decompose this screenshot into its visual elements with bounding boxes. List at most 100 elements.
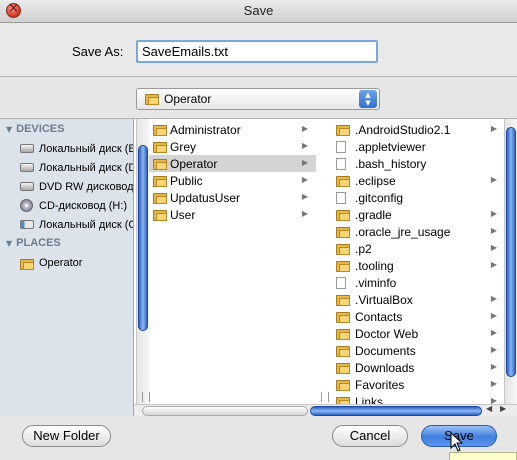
folder-icon xyxy=(336,243,350,258)
folder-row[interactable]: .gradle ▶ xyxy=(319,206,505,223)
cd-icon xyxy=(20,199,33,212)
file-icon xyxy=(336,158,346,173)
folder-icon xyxy=(153,141,167,156)
folder-row[interactable]: Documents ▶ xyxy=(319,342,505,359)
file-row[interactable]: .bash_history xyxy=(319,155,505,172)
file-row[interactable]: .gitconfig xyxy=(319,189,505,206)
folder-icon xyxy=(336,311,350,326)
save-as-input[interactable] xyxy=(136,40,378,63)
folder-icon xyxy=(336,260,350,275)
file-icon xyxy=(336,141,346,156)
row-label: Administrator xyxy=(170,123,241,137)
folder-row[interactable]: .AndroidStudio2.1 ▶ xyxy=(319,121,505,138)
row-label: .gitconfig xyxy=(355,191,404,205)
row-label: .tooling xyxy=(355,259,394,273)
mouse-cursor-icon xyxy=(450,432,464,452)
title-bar: Save xyxy=(0,0,517,23)
places-header[interactable]: ▼ PLACES xyxy=(6,237,61,249)
browser-column-2: .AndroidStudio2.1 ▶ .appletviewer .bash_his… xyxy=(319,119,505,404)
row-label: User xyxy=(170,208,196,222)
file-icon xyxy=(336,277,346,292)
disclosure-arrow-icon: ▶ xyxy=(490,226,497,235)
folder-icon xyxy=(336,209,350,224)
disclosure-arrow-icon: ▶ xyxy=(490,311,497,320)
folder-icon xyxy=(145,93,159,105)
disclosure-arrow-icon: ▶ xyxy=(490,243,497,252)
folder-icon xyxy=(336,294,350,309)
row-label: Grey xyxy=(170,140,197,154)
browser-column-1: Administrator ▶ Grey ▶ Operator ▶ Public ▶ Updat… xyxy=(136,119,316,404)
folder-row[interactable]: Contacts ▶ xyxy=(319,308,505,325)
cancel-button[interactable]: Cancel xyxy=(332,425,408,447)
disclosure-arrow-icon: ▶ xyxy=(301,192,308,201)
horizontal-track-segment xyxy=(142,406,308,416)
folder-icon xyxy=(153,192,167,207)
folder-icon xyxy=(336,379,350,394)
location-dropdown-label: Operator xyxy=(164,92,212,106)
column-2-scrollbar[interactable] xyxy=(504,119,517,404)
folder-icon xyxy=(336,362,350,377)
scroll-left-arrow-icon[interactable]: ◀ xyxy=(486,404,492,413)
file-row[interactable]: .viminfo xyxy=(319,274,505,291)
save-as-area: Save As: xyxy=(0,23,517,77)
row-label: UpdatusUser xyxy=(170,191,241,205)
folder-icon xyxy=(336,396,350,404)
horizontal-scroll-thumb[interactable] xyxy=(310,406,482,416)
row-label: Documents xyxy=(355,344,416,358)
folder-row[interactable]: Operator ▶ xyxy=(149,155,316,172)
row-label: .AndroidStudio2.1 xyxy=(355,123,451,137)
disclosure-arrow-icon: ▶ xyxy=(301,158,308,167)
row-label: Links xyxy=(355,395,384,404)
file-browser: ▼ DEVICES Локальный диск (E Локальный дис… xyxy=(0,118,517,417)
column-2-scroll-thumb[interactable] xyxy=(506,127,516,377)
disclosure-arrow-icon: ▶ xyxy=(490,209,497,218)
folder-row[interactable]: .eclipse ▶ xyxy=(319,172,505,189)
file-row[interactable]: .appletviewer xyxy=(319,138,505,155)
column-1-scroll-thumb[interactable] xyxy=(138,145,148,331)
folder-icon xyxy=(336,124,350,139)
folder-row[interactable]: UpdatusUser ▶ xyxy=(149,189,316,206)
button-bar: New Folder Cancel Save xyxy=(0,416,517,460)
row-label: .eclipse xyxy=(355,174,396,188)
folder-row[interactable]: .oracle_jre_usage ▶ xyxy=(319,223,505,240)
disclosure-arrow-icon: ▶ xyxy=(490,362,497,371)
disclosure-arrow-icon: ▶ xyxy=(490,294,497,303)
row-label: .gradle xyxy=(355,208,392,222)
column-resize-handle[interactable] xyxy=(321,392,329,402)
folder-row[interactable]: .p2 ▶ xyxy=(319,240,505,257)
row-label: .viminfo xyxy=(355,276,397,290)
scroll-right-arrow-icon[interactable]: ▶ xyxy=(500,404,506,413)
devices-header[interactable]: ▼ DEVICES xyxy=(6,123,64,135)
row-label: .VirtualBox xyxy=(355,293,413,307)
folder-icon xyxy=(153,124,167,139)
folder-row[interactable]: Grey ▶ xyxy=(149,138,316,155)
location-dropdown[interactable]: Operator ▲ ▼ xyxy=(136,88,380,110)
window-title: Save xyxy=(243,3,274,18)
disclosure-arrow-icon: ▶ xyxy=(490,175,497,184)
folder-icon xyxy=(336,345,350,360)
folder-row[interactable]: Links ▶ xyxy=(319,393,505,404)
folder-row[interactable]: Downloads ▶ xyxy=(319,359,505,376)
new-folder-button[interactable]: New Folder xyxy=(22,425,111,447)
hard-drive-icon xyxy=(20,144,34,153)
column-1-scrollbar[interactable] xyxy=(136,119,149,404)
column-resize-handle[interactable] xyxy=(142,392,150,402)
dvd-drive-icon xyxy=(20,182,34,191)
folder-row[interactable]: .tooling ▶ xyxy=(319,257,505,274)
row-label: Favorites xyxy=(355,378,405,392)
folder-row[interactable]: .VirtualBox ▶ xyxy=(319,291,505,308)
row-label: Operator xyxy=(170,157,218,171)
sidebar: ▼ DEVICES Локальный диск (E Локальный дис… xyxy=(0,119,134,417)
folder-icon xyxy=(336,328,350,343)
save-as-label: Save As: xyxy=(72,44,124,59)
row-label: .oracle_jre_usage xyxy=(355,225,451,239)
folder-row[interactable]: Administrator ▶ xyxy=(149,121,316,138)
folder-row[interactable]: User ▶ xyxy=(149,206,316,223)
folder-row[interactable]: Public ▶ xyxy=(149,172,316,189)
disclosure-arrow-icon: ▶ xyxy=(490,328,497,337)
row-label: .p2 xyxy=(355,242,372,256)
folder-row[interactable]: Favorites ▶ xyxy=(319,376,505,393)
row-label: .appletviewer xyxy=(355,140,426,154)
disclosure-arrow-icon: ▶ xyxy=(490,396,497,404)
folder-row[interactable]: Doctor Web ▶ xyxy=(319,325,505,342)
